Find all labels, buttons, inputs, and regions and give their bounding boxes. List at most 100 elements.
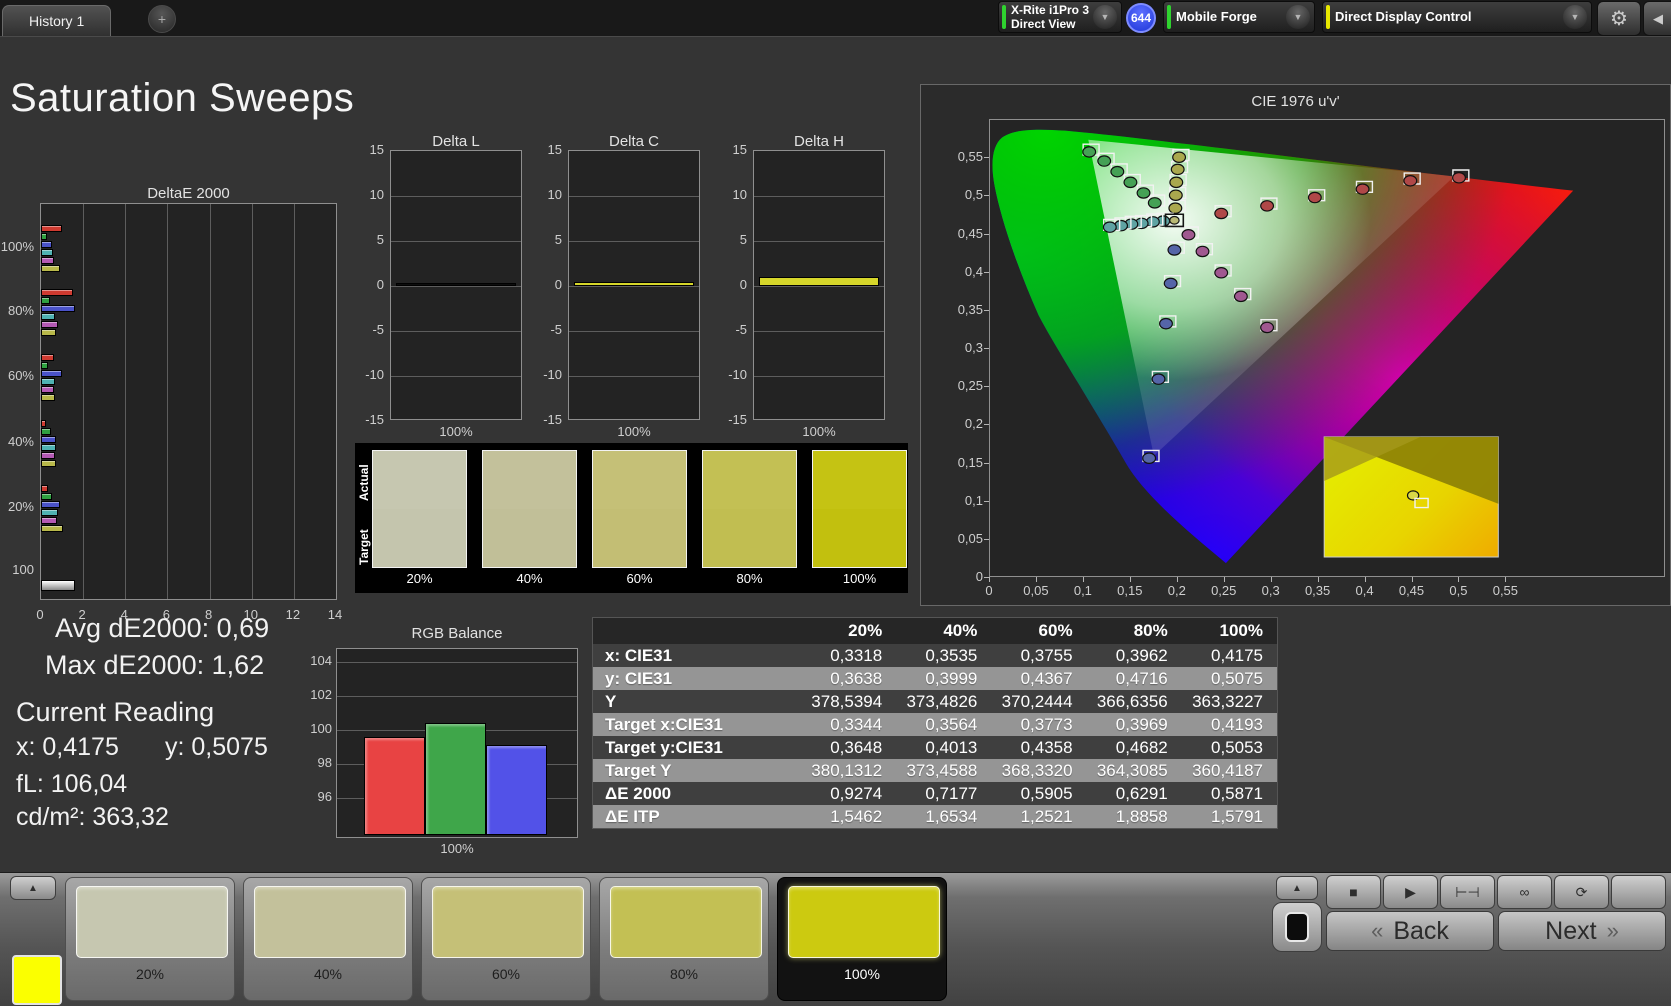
cie-x-tick-label: 0,3 xyxy=(1261,583,1280,598)
gridline xyxy=(391,376,521,377)
table-cell: 0,4367 xyxy=(991,667,1087,690)
measured-marker-red xyxy=(1453,173,1466,183)
gridline xyxy=(83,204,85,599)
table-cell: 360,4187 xyxy=(1181,759,1278,782)
stop-button[interactable]: ■ xyxy=(1326,875,1381,909)
stop-square-icon xyxy=(1287,914,1307,940)
y-axis-tick-label: 102 xyxy=(310,687,332,702)
cie-y-tick-label: 0,55 xyxy=(957,149,983,165)
table-cell: 363,3227 xyxy=(1181,690,1278,713)
level-swatch xyxy=(254,886,406,958)
tick-mark xyxy=(1270,577,1272,582)
meter-line2: Direct View xyxy=(1011,17,1076,31)
scroll-up-left-button[interactable]: ▲ xyxy=(10,876,56,900)
y-axis-tick-label: -5 xyxy=(550,322,562,337)
scroll-up-right-button[interactable]: ▲ xyxy=(1276,876,1318,900)
collapse-panel-button[interactable]: ◀ xyxy=(1643,1,1671,36)
compare-swatch-100% xyxy=(812,450,907,568)
current-patch-swatch xyxy=(12,955,62,1005)
delta-chart-delta-h: Delta H 15 10 5 0 -5 -10 -15 100% xyxy=(705,133,895,443)
table-row-label: y: CIE31 xyxy=(592,667,801,690)
source-label: Mobile Forge xyxy=(1176,9,1257,24)
cie-y-tick-label: 0,4 xyxy=(964,263,983,279)
y-axis-tick-label: 15 xyxy=(369,142,384,157)
gridline xyxy=(569,196,699,197)
level-button-80%[interactable]: 80% xyxy=(599,877,769,1001)
top-bar: History 1 + X-Rite i1Pro 3 Direct View ▼… xyxy=(0,0,1671,37)
compare-swatch-label: 40% xyxy=(516,571,543,586)
meter-count-badge[interactable]: 644 xyxy=(1126,3,1156,33)
table-row: x: CIE31 0,3318 0,3535 0,3755 0,3962 0,4175 xyxy=(592,644,1278,667)
cie-y-tick-label: 0,1 xyxy=(964,492,983,508)
tick-mark xyxy=(989,577,990,582)
source-dropdown[interactable]: Mobile Forge ▼ xyxy=(1163,1,1315,33)
delta-chart-title: Delta H xyxy=(793,133,845,150)
compare-swatch-60% xyxy=(592,450,687,568)
y-axis-tick-label: 15 xyxy=(547,142,562,157)
table-cell: 373,4588 xyxy=(896,759,992,782)
bar-cyan xyxy=(41,378,56,385)
delta-chart-title: Delta L xyxy=(432,133,480,150)
measured-marker-green xyxy=(1111,167,1124,177)
measured-marker-magenta xyxy=(1235,291,1248,301)
results-table: 20% 40% 60% 80% 100% x: CIE31 0,3318 0,3535 0,37… xyxy=(592,617,1278,829)
loop-icon: ⟳ xyxy=(1575,883,1588,900)
add-tab-button[interactable]: + xyxy=(148,5,176,33)
continuous-button[interactable]: ∞ xyxy=(1497,875,1552,909)
level-button-40%[interactable]: 40% xyxy=(243,877,413,1001)
back-button[interactable]: « Back xyxy=(1326,911,1494,951)
cie-x-tick-label: 0 xyxy=(985,583,993,598)
gridline xyxy=(569,331,699,332)
next-button[interactable]: Next » xyxy=(1498,911,1666,951)
rgb-balance-title: RGB Balance xyxy=(411,625,503,642)
actual-color xyxy=(813,451,906,509)
cie-x-tick-label: 0,15 xyxy=(1117,583,1143,598)
tick-mark xyxy=(1035,577,1037,582)
tick-mark xyxy=(984,157,989,159)
table-column-header: 60% xyxy=(991,617,1087,644)
step-icon: ⊢⊣ xyxy=(1455,883,1480,900)
step-button[interactable]: ⊢⊣ xyxy=(1440,875,1495,909)
tab-history-1[interactable]: History 1 xyxy=(2,5,112,36)
gridline xyxy=(251,204,253,599)
stop-display-button[interactable] xyxy=(1272,902,1322,952)
loop-button[interactable]: ⟳ xyxy=(1554,875,1609,909)
measured-marker-red xyxy=(1404,176,1417,186)
y-axis-category-label: 100% xyxy=(0,239,34,254)
meter-dropdown[interactable]: X-Rite i1Pro 3 Direct View ▼ xyxy=(998,1,1122,33)
tick-mark xyxy=(984,500,989,502)
table-column-header: 100% xyxy=(1181,617,1278,644)
level-button-20%[interactable]: 20% xyxy=(65,877,235,1001)
table-cell: 0,9274 xyxy=(801,782,897,805)
level-button-60%[interactable]: 60% xyxy=(421,877,591,1001)
tick-mark xyxy=(984,233,989,235)
level-button-100%[interactable]: 100% xyxy=(777,877,947,1001)
bar-blue xyxy=(41,305,76,312)
table-row-label: ΔE ITP xyxy=(592,805,801,829)
chevrons-left-icon: « xyxy=(1371,918,1384,943)
cie-diagram-panel: CIE 1976 u'v' 0 0 0,05 0,05 0,1 0,1 0,15… xyxy=(920,84,1671,606)
play-button[interactable]: ▶ xyxy=(1383,875,1438,909)
table-cell: 366,6356 xyxy=(1086,690,1182,713)
table-cell: 1,5791 xyxy=(1181,805,1278,829)
measured-marker-yellow xyxy=(1169,190,1182,200)
bar-magenta xyxy=(41,257,55,264)
measured-marker-green xyxy=(1098,156,1111,166)
y-axis-tick-label: -5 xyxy=(735,322,747,337)
table-cell: 0,3969 xyxy=(1086,713,1182,736)
bar-green xyxy=(41,297,50,304)
bar-blue xyxy=(41,241,52,248)
table-cell: 380,1312 xyxy=(801,759,897,782)
back-button-label: Back xyxy=(1393,916,1449,945)
table-cell: 0,3638 xyxy=(801,667,897,690)
up-arrow-icon: ▲ xyxy=(28,882,38,894)
bar-green xyxy=(41,233,47,240)
y-axis-tick-label: 5 xyxy=(376,232,384,247)
extra-button[interactable] xyxy=(1611,875,1666,909)
cie-x-tick-label: 0,4 xyxy=(1355,583,1374,598)
bar-red xyxy=(41,485,49,492)
cie-x-tick-label: 0,25 xyxy=(1211,583,1237,598)
workflow-dropdown[interactable]: Direct Display Control ▼ xyxy=(1322,1,1592,33)
tick-mark xyxy=(984,386,989,388)
settings-button[interactable]: ⚙ xyxy=(1597,1,1641,36)
